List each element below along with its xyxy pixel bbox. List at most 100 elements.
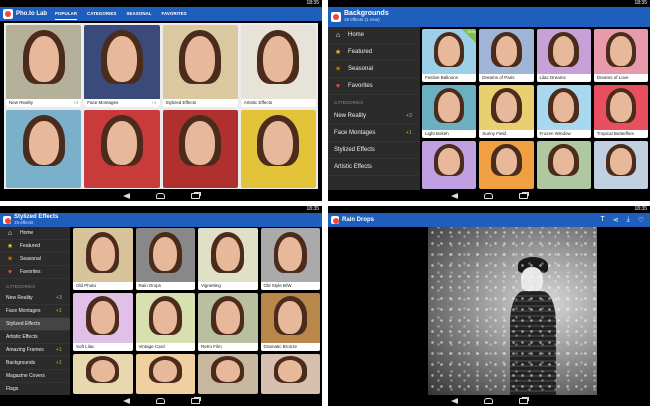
effect-thumbnail[interactable]: [536, 141, 591, 189]
effect-thumbnail[interactable]: [198, 354, 258, 394]
effect-thumbnail[interactable]: [479, 141, 534, 189]
drawer-category-item[interactable]: Face Montages +1: [0, 305, 70, 318]
portrait-face: [495, 36, 518, 67]
recent-apps-icon[interactable]: [518, 397, 528, 404]
drawer-item-home[interactable]: ⌂ Home: [0, 227, 70, 240]
effect-thumbnail[interactable]: Sunny Field: [479, 85, 534, 138]
drawer-category-item[interactable]: New Reality +3: [328, 108, 420, 125]
app-bar: Stylized Effects 19 effects: [0, 213, 322, 227]
drawer-category-item[interactable]: Artistic Effects: [328, 159, 420, 176]
portrait-face: [278, 359, 303, 382]
effect-thumbnail[interactable]: [84, 110, 160, 188]
effect-thumbnail[interactable]: New Reality +3: [6, 25, 82, 107]
category-thumb-icon: [331, 216, 339, 224]
home-nav-icon[interactable]: [155, 192, 165, 199]
new-count-badge: +1: [405, 130, 412, 136]
categories-header: CATEGORIES: [334, 100, 364, 105]
effect-thumbnail[interactable]: Dreams of Love: [593, 29, 648, 82]
effect-thumbnail[interactable]: Rain Drops: [135, 228, 195, 290]
effect-thumbnail[interactable]: Face Montages +1: [84, 25, 160, 107]
effect-thumbnail[interactable]: Dreams of Paris: [479, 29, 534, 82]
app-logo-icon: [3, 9, 13, 19]
effect-thumbnail[interactable]: [6, 110, 82, 188]
drawer-category-item[interactable]: Magazine Covers: [0, 370, 70, 383]
drawer-item-label: Favorites: [348, 83, 373, 89]
effect-thumbnail[interactable]: Artistic Effects: [240, 25, 316, 107]
drawer-category-item[interactable]: Stylized Effects: [0, 318, 70, 331]
effect-thumbnail[interactable]: [422, 141, 477, 189]
portrait-face: [215, 236, 240, 272]
effect-thumbnail[interactable]: Stylized Effects: [162, 25, 238, 107]
drawer-item-label: Favorites: [20, 269, 41, 275]
effect-thumbnail[interactable]: Tropical Butterflies: [593, 85, 648, 138]
drawer-item-favorites[interactable]: ♥ Favorites: [0, 266, 70, 279]
portrait-face: [495, 147, 518, 175]
drawer-item-seasonal[interactable]: ☀ Seasonal: [0, 253, 70, 266]
action-bar: T ⋖ ⤓ ♡: [600, 216, 644, 224]
tab-favorites[interactable]: FAVORITES: [161, 8, 186, 20]
drawer-item-label: Seasonal: [20, 256, 41, 262]
effect-thumbnail[interactable]: Festive Balloons NEW: [422, 29, 477, 82]
effect-thumbnail[interactable]: [240, 110, 316, 188]
nav-drawer: ⌂ Home ★ Featured ☀ Seasonal ♥ Favorites CATEGOR…: [0, 227, 70, 395]
effect-label: New Reality: [6, 99, 82, 107]
effect-thumbnail[interactable]: [260, 354, 320, 394]
back-icon[interactable]: [450, 397, 458, 404]
drawer-category-item[interactable]: New Reality +3: [0, 292, 70, 305]
result-photo[interactable]: [428, 227, 597, 395]
effect-thumbnail[interactable]: Vignetting: [198, 228, 258, 290]
home-icon: ⌂: [335, 31, 341, 39]
tab-categories[interactable]: CATEGORIES: [87, 8, 116, 20]
category-thumb-icon: [3, 216, 11, 224]
recent-apps-icon[interactable]: [518, 192, 528, 199]
effect-thumbnail[interactable]: Old Style B/W: [260, 228, 320, 290]
back-icon[interactable]: [122, 192, 130, 199]
drawer-category-label: Face Montages: [6, 308, 41, 314]
drawer-item-favorites[interactable]: ♥ Favorites: [328, 78, 420, 95]
drawer-item-seasonal[interactable]: ☀ Seasonal: [328, 61, 420, 78]
nav-bar: [0, 190, 322, 201]
effect-thumbnail[interactable]: Old Photo: [73, 228, 133, 290]
heart-outline-icon[interactable]: ♡: [638, 216, 644, 224]
drawer-item-featured[interactable]: ★ Featured: [0, 240, 70, 253]
effect-thumbnail[interactable]: Frozen Window: [536, 85, 591, 138]
effect-thumbnail[interactable]: Dramatic Bronze: [260, 293, 320, 351]
effect-thumbnail[interactable]: Lilac Dreams: [536, 29, 591, 82]
text-icon[interactable]: T: [600, 216, 604, 224]
home-nav-icon[interactable]: [483, 397, 493, 404]
tab-popular[interactable]: POPULAR: [55, 8, 78, 20]
drawer-item-home[interactable]: ⌂ Home: [328, 27, 420, 44]
recent-apps-icon[interactable]: [190, 397, 200, 404]
effect-thumbnail[interactable]: [73, 354, 133, 394]
new-count-badge: +1: [55, 347, 62, 353]
share-icon[interactable]: ⋖: [613, 216, 619, 224]
effect-thumbnail[interactable]: [135, 354, 195, 394]
effect-thumbnail[interactable]: Soft Lilac: [73, 293, 133, 351]
home-nav-icon[interactable]: [155, 397, 165, 404]
drawer-category-item[interactable]: Face Montages +1: [328, 125, 420, 142]
drawer-category-item[interactable]: Backgrounds +1: [0, 357, 70, 370]
effect-thumbnail[interactable]: Light Bokeh: [422, 85, 477, 138]
portrait-face: [438, 36, 460, 67]
screen-title: Rain Drops: [342, 217, 375, 223]
portrait-face: [215, 359, 240, 382]
sun-icon: ☀: [334, 66, 342, 73]
drawer-category-item[interactable]: Flags: [0, 383, 70, 395]
tab-seasonal[interactable]: SEASONAL: [126, 8, 151, 20]
drawer-item-featured[interactable]: ★ Featured: [328, 44, 420, 61]
effect-thumbnail[interactable]: [593, 141, 648, 189]
screen-subtitle: 19 effects: [14, 220, 34, 225]
back-icon[interactable]: [450, 192, 458, 199]
download-icon[interactable]: ⤓: [627, 216, 630, 224]
effect-thumbnail[interactable]: Vintage Card: [135, 293, 195, 351]
drawer-category-item[interactable]: Stylized Effects: [328, 142, 420, 159]
effect-thumbnail[interactable]: Retro Film: [198, 293, 258, 351]
rain-drops-overlay: [428, 227, 597, 395]
back-icon[interactable]: [122, 397, 130, 404]
recent-apps-icon[interactable]: [190, 192, 200, 199]
effect-thumbnail[interactable]: [162, 110, 238, 188]
effect-label: Frozen Window: [536, 130, 591, 138]
drawer-category-item[interactable]: Amazing Frames +1: [0, 344, 70, 357]
home-nav-icon[interactable]: [483, 192, 493, 199]
drawer-category-item[interactable]: Artistic Effects: [0, 331, 70, 344]
